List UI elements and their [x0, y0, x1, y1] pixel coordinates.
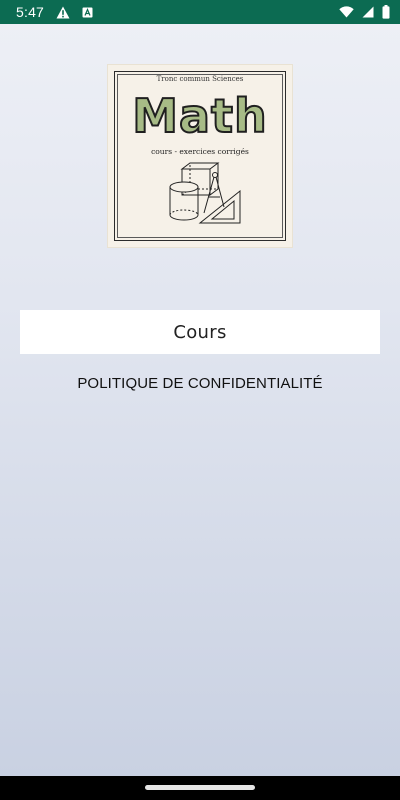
battery-icon [382, 5, 390, 19]
status-time: 5:47 [16, 4, 45, 20]
signal-icon [362, 6, 374, 18]
logo-title: Math [131, 89, 268, 143]
home-gesture-handle[interactable] [145, 785, 255, 790]
warning-icon [56, 6, 70, 19]
geometry-drawing-icon [169, 162, 241, 224]
app-logo: Tronc commun Sciences Math cours - exerc… [108, 65, 292, 247]
a-notification-icon [82, 7, 93, 18]
logo-subtitle: Tronc commun Sciences [156, 75, 244, 83]
status-bar: 5:47 [0, 0, 400, 24]
privacy-policy-link[interactable]: POLITIQUE DE CONFIDENTIALITÉ [0, 375, 400, 392]
logo-tagline: cours - exercices corrigés [151, 147, 249, 156]
cours-button[interactable]: Cours [20, 310, 380, 354]
wifi-icon [339, 6, 354, 18]
